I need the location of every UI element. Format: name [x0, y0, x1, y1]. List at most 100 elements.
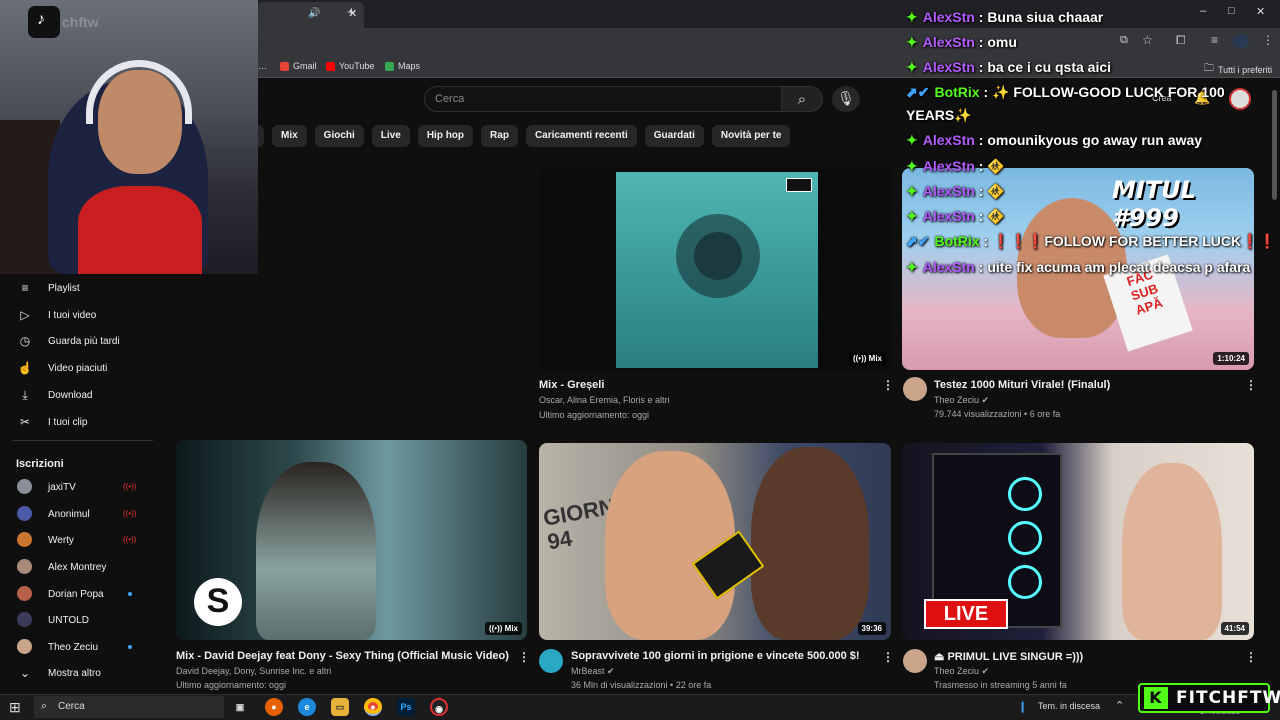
- account-avatar[interactable]: [1229, 88, 1251, 110]
- video-title[interactable]: ⏏ PRIMUL LIVE SINGUR =))): [934, 650, 1083, 663]
- browser-menu-icon[interactable]: ⋮: [1262, 33, 1274, 47]
- tray-chevron-icon[interactable]: ⌃: [1115, 699, 1124, 712]
- video-more-icon[interactable]: ⋮: [882, 650, 894, 664]
- channel-avatar: [17, 612, 32, 627]
- video-channel[interactable]: Oscar, Alina Eremia, Floris e altri: [539, 395, 670, 405]
- video-thumbnail[interactable]: S ((•)) Mix: [176, 440, 527, 640]
- video-thumbnail[interactable]: ((•)) Mix: [539, 168, 891, 370]
- close-window-icon[interactable]: ✕: [1256, 5, 1265, 18]
- video-channel[interactable]: MrBeast ✔: [571, 666, 615, 677]
- voice-search-button[interactable]: 🎙: [832, 86, 860, 112]
- search-button[interactable]: ⌕: [781, 86, 823, 112]
- sidebar-item-your-videos[interactable]: ▷ I tuoi video: [0, 302, 153, 328]
- chip-rap[interactable]: Rap: [481, 125, 518, 147]
- video-channel[interactable]: Theo Zeciu ✔: [934, 666, 989, 677]
- minimize-icon[interactable]: –: [1200, 5, 1206, 17]
- subscription-item[interactable]: Theo Zeciu: [0, 635, 153, 659]
- bookmark-youtube[interactable]: YouTube: [326, 61, 374, 71]
- chat-message: ✦ AlexStn : omounikyous go away run away: [906, 132, 1203, 148]
- video-thumbnail[interactable]: LIVE 41:54: [902, 443, 1254, 640]
- video-thumbnail[interactable]: GIORNO 94 39:36: [539, 443, 891, 640]
- install-app-icon[interactable]: ⧉: [1120, 34, 1128, 47]
- subscriptions-heading: Iscrizioni: [16, 458, 64, 470]
- thumbnail-text: MITUL #999: [1112, 176, 1196, 232]
- edge-icon[interactable]: e: [298, 698, 316, 716]
- search-icon: ⌕: [797, 91, 807, 108]
- sidebar-item-liked-videos[interactable]: ☝ Video piaciuti: [0, 355, 153, 381]
- video-title[interactable]: Mix - Greșeli: [539, 379, 604, 391]
- windows-start-icon[interactable]: ⊞: [9, 699, 21, 716]
- subscription-item[interactable]: Anonimul ((•)): [0, 502, 153, 526]
- person-figure: [256, 462, 376, 640]
- sidebar-item-watch-later[interactable]: ◷ Guarda più tardi: [0, 328, 153, 354]
- all-bookmarks-label: Tutti i preferiti: [1218, 64, 1273, 75]
- channel-avatar[interactable]: [903, 377, 927, 401]
- task-view-icon[interactable]: ▣: [231, 698, 249, 716]
- photoshop-icon[interactable]: Ps: [397, 698, 415, 716]
- video-more-icon[interactable]: ⋮: [1245, 378, 1257, 392]
- chip-partial[interactable]: [258, 125, 264, 147]
- sidebar-item-your-clips[interactable]: ✂ I tuoi clip: [0, 409, 153, 435]
- chat-emote: 🚸: [987, 158, 1005, 174]
- new-tab-icon[interactable]: +: [347, 4, 356, 21]
- subscription-item[interactable]: UNTOLD: [0, 608, 153, 632]
- video-meta: 79.744 visualizzazioni • 6 ore fa: [934, 409, 1061, 419]
- video-channel[interactable]: David Deejay, Dony, Sunrise Inc. e altri: [176, 666, 331, 676]
- subscription-item[interactable]: Alex Montrey: [0, 555, 153, 579]
- all-bookmarks[interactable]: 🗀 Tutti i preferiti: [1204, 61, 1272, 78]
- chip-hip-hop[interactable]: Hip hop: [417, 125, 474, 147]
- video-title[interactable]: Testez 1000 Mituri Virale! (Finalul): [934, 379, 1110, 391]
- sidebar-item-label: I tuoi video: [48, 309, 97, 321]
- chat-username: AlexStn: [922, 259, 975, 275]
- profile-avatar[interactable]: [1233, 34, 1249, 48]
- video-title[interactable]: Mix - David Deejay feat Dony - Sexy Thin…: [176, 650, 509, 662]
- video-channel[interactable]: Theo Zeciu ✔: [934, 395, 989, 406]
- sidebar-item-download[interactable]: ⤓ Download: [0, 382, 153, 408]
- chip-guardati[interactable]: Guardati: [644, 125, 704, 147]
- your-videos-icon: ▷: [20, 308, 30, 322]
- live-icon: ((•)): [123, 482, 137, 491]
- maps-icon: [385, 61, 394, 71]
- extensions-icon[interactable]: ⧠: [1176, 33, 1186, 48]
- channel-avatar[interactable]: [539, 649, 563, 673]
- channel-avatar[interactable]: [903, 649, 927, 673]
- chip-novita-per-te[interactable]: Novità per te: [711, 125, 791, 147]
- chip-giochi[interactable]: Giochi: [314, 125, 364, 147]
- sidebar-item-label: I tuoi clip: [48, 416, 88, 428]
- headset-icon: [86, 60, 192, 124]
- tab-audio-icon[interactable]: 🔊: [308, 8, 320, 19]
- video-title[interactable]: Sopravvivete 100 giorni in prigione e vi…: [571, 650, 860, 662]
- file-explorer-icon[interactable]: ▭: [331, 698, 349, 716]
- fan-ring: [1008, 521, 1042, 555]
- bookmark-maps[interactable]: Maps: [385, 61, 420, 71]
- maximize-icon[interactable]: □: [1228, 5, 1235, 17]
- subscription-item[interactable]: jaxiTV ((•)): [0, 475, 153, 499]
- subscription-item[interactable]: Dorian Popa: [0, 582, 153, 606]
- mic-icon: 🎙: [837, 90, 855, 106]
- video-meta: Ultimo aggiornamento: oggi: [539, 410, 650, 420]
- show-more-button[interactable]: ⌄ Mostra altro: [0, 660, 153, 686]
- video-more-icon[interactable]: ⋮: [1245, 650, 1257, 664]
- chrome-icon[interactable]: ●: [364, 698, 382, 716]
- taskbar-search-input[interactable]: ⌕ Cerca: [34, 696, 224, 718]
- chip-mix[interactable]: Mix: [272, 125, 307, 147]
- channel-name: Dorian Popa: [48, 589, 104, 600]
- search-input[interactable]: Cerca: [424, 86, 782, 112]
- chip-caricamenti-recenti[interactable]: Caricamenti recenti: [525, 125, 637, 147]
- page-scrollbar[interactable]: [1272, 90, 1277, 200]
- bookmark-overflow[interactable]: …: [258, 61, 267, 71]
- chat-badge-icon: ✦: [906, 183, 918, 199]
- bookmark-star-icon[interactable]: ☆: [1142, 33, 1153, 47]
- sidebar-item-playlist[interactable]: ≡ Playlist: [0, 275, 153, 301]
- obs-icon[interactable]: ◉: [430, 698, 448, 716]
- weather-text[interactable]: Tem. in discesa: [1038, 701, 1100, 711]
- chip-live[interactable]: Live: [371, 125, 410, 147]
- chat-badge-icon: ✦: [906, 34, 918, 50]
- subscription-item[interactable]: Werty ((•)): [0, 528, 153, 552]
- video-more-icon[interactable]: ⋮: [518, 650, 530, 664]
- bookmark-gmail[interactable]: Gmail: [280, 61, 317, 71]
- chat-badge-icon: ✦: [906, 208, 918, 224]
- firefox-icon[interactable]: ●: [265, 698, 283, 716]
- reading-list-icon[interactable]: ≡: [1211, 33, 1218, 47]
- video-more-icon[interactable]: ⋮: [882, 378, 894, 392]
